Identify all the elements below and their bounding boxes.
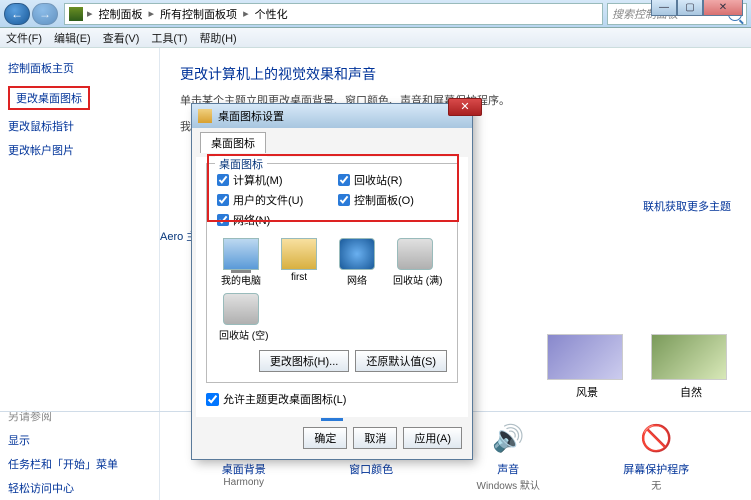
back-button[interactable]: ← [4, 3, 30, 25]
forward-button[interactable]: → [32, 3, 58, 25]
restore-default-button[interactable]: 还原默认值(S) [355, 350, 447, 372]
recycle-empty-icon [223, 293, 259, 325]
menu-view[interactable]: 查看(V) [103, 30, 140, 46]
breadcrumb-item[interactable]: 个性化 [249, 6, 294, 22]
minimize-button[interactable]: — [651, 0, 677, 16]
screensaver-link[interactable]: 🚫 屏幕保护程序 无 [623, 419, 689, 492]
menu-help[interactable]: 帮助(H) [199, 30, 236, 46]
menu-edit[interactable]: 编辑(E) [54, 30, 91, 46]
dialog-tab[interactable]: 桌面图标 [200, 132, 266, 153]
folder-icon [281, 238, 317, 270]
theme-thumb-icon [651, 334, 727, 380]
cancel-button[interactable]: 取消 [353, 427, 397, 449]
screensaver-icon: 🚫 [637, 419, 675, 457]
taskbar-link[interactable]: 任务栏和「开始」菜单 [8, 456, 151, 472]
theme-thumb-icon [547, 334, 623, 380]
icon-preview-computer[interactable]: 我的电脑 [219, 238, 263, 287]
userfiles-checkbox[interactable]: 用户的文件(U) [217, 192, 326, 208]
dialog-titlebar[interactable]: 桌面图标设置 ✕ [192, 104, 472, 128]
breadcrumb[interactable]: ▸ 控制面板 ▸ 所有控制面板项 ▸ 个性化 [64, 3, 603, 25]
sidebar: 控制面板主页 更改桌面图标 更改鼠标指针 更改帐户图片 另请参阅 显示 任务栏和… [0, 48, 160, 500]
menu-bar: 文件(F) 编辑(E) 查看(V) 工具(T) 帮助(H) [0, 28, 751, 48]
network-checkbox[interactable]: 网络(N) [217, 212, 326, 228]
theme-tile[interactable]: 风景 [547, 334, 627, 400]
dialog-title: 桌面图标设置 [218, 108, 284, 124]
change-account-pic-link[interactable]: 更改帐户图片 [8, 142, 151, 158]
allow-theme-checkbox[interactable]: 允许主题更改桌面图标(L) [206, 391, 458, 407]
sidebar-heading[interactable]: 控制面板主页 [8, 60, 151, 76]
dialog-icon [198, 109, 212, 123]
dialog-close-button[interactable]: ✕ [448, 98, 482, 116]
theme-label: 风景 [547, 384, 627, 400]
breadcrumb-item[interactable]: 所有控制面板项 [154, 6, 243, 22]
maximize-button[interactable]: ▢ [677, 0, 703, 16]
menu-tools[interactable]: 工具(T) [151, 30, 187, 46]
page-title: 更改计算机上的视觉效果和声音 [180, 64, 731, 84]
sound-link[interactable]: 🔊 声音 Windows 默认 [477, 419, 540, 492]
network-icon [339, 238, 375, 270]
breadcrumb-root[interactable]: 控制面板 [93, 6, 149, 22]
icon-preview-first[interactable]: first [277, 238, 321, 287]
change-icon-button[interactable]: 更改图标(H)... [259, 350, 349, 372]
focus-hint [321, 418, 343, 421]
ok-button[interactable]: 确定 [303, 427, 347, 449]
icon-preview-bin-full[interactable]: 回收站 (满) [393, 238, 437, 287]
icon-preview-network[interactable]: 网络 [335, 238, 379, 287]
close-button[interactable]: ✕ [703, 0, 743, 16]
ease-link[interactable]: 轻松访问中心 [8, 480, 151, 496]
group-legend: 桌面图标 [215, 156, 267, 172]
window-titlebar: ← → ▸ 控制面板 ▸ 所有控制面板项 ▸ 个性化 搜索控制面板 — ▢ ✕ [0, 0, 751, 28]
theme-tile[interactable]: 自然 [651, 334, 731, 400]
desktop-icons-group: 桌面图标 计算机(M) 回收站(R) 用户的文件(U) 控制面板(O) 网络(N… [206, 163, 458, 383]
change-pointers-link[interactable]: 更改鼠标指针 [8, 118, 151, 134]
apply-button[interactable]: 应用(A) [403, 427, 462, 449]
computer-checkbox[interactable]: 计算机(M) [217, 172, 326, 188]
menu-file[interactable]: 文件(F) [6, 30, 42, 46]
recycle-checkbox[interactable]: 回收站(R) [338, 172, 447, 188]
display-link[interactable]: 显示 [8, 432, 151, 448]
cpanel-checkbox[interactable]: 控制面板(O) [338, 192, 447, 208]
change-desktop-icons-link[interactable]: 更改桌面图标 [8, 86, 151, 110]
desktop-icon-settings-dialog: 桌面图标设置 ✕ 桌面图标 桌面图标 计算机(M) 回收站(R) 用户的文件(U… [192, 104, 472, 459]
control-panel-icon [69, 7, 83, 21]
sound-icon: 🔊 [489, 419, 527, 457]
recycle-full-icon [397, 238, 433, 270]
get-more-themes-link[interactable]: 联机获取更多主题 [643, 198, 731, 214]
computer-icon [223, 238, 259, 270]
theme-label: 自然 [651, 384, 731, 400]
icon-preview-bin-empty[interactable]: 回收站 (空) [219, 293, 263, 342]
